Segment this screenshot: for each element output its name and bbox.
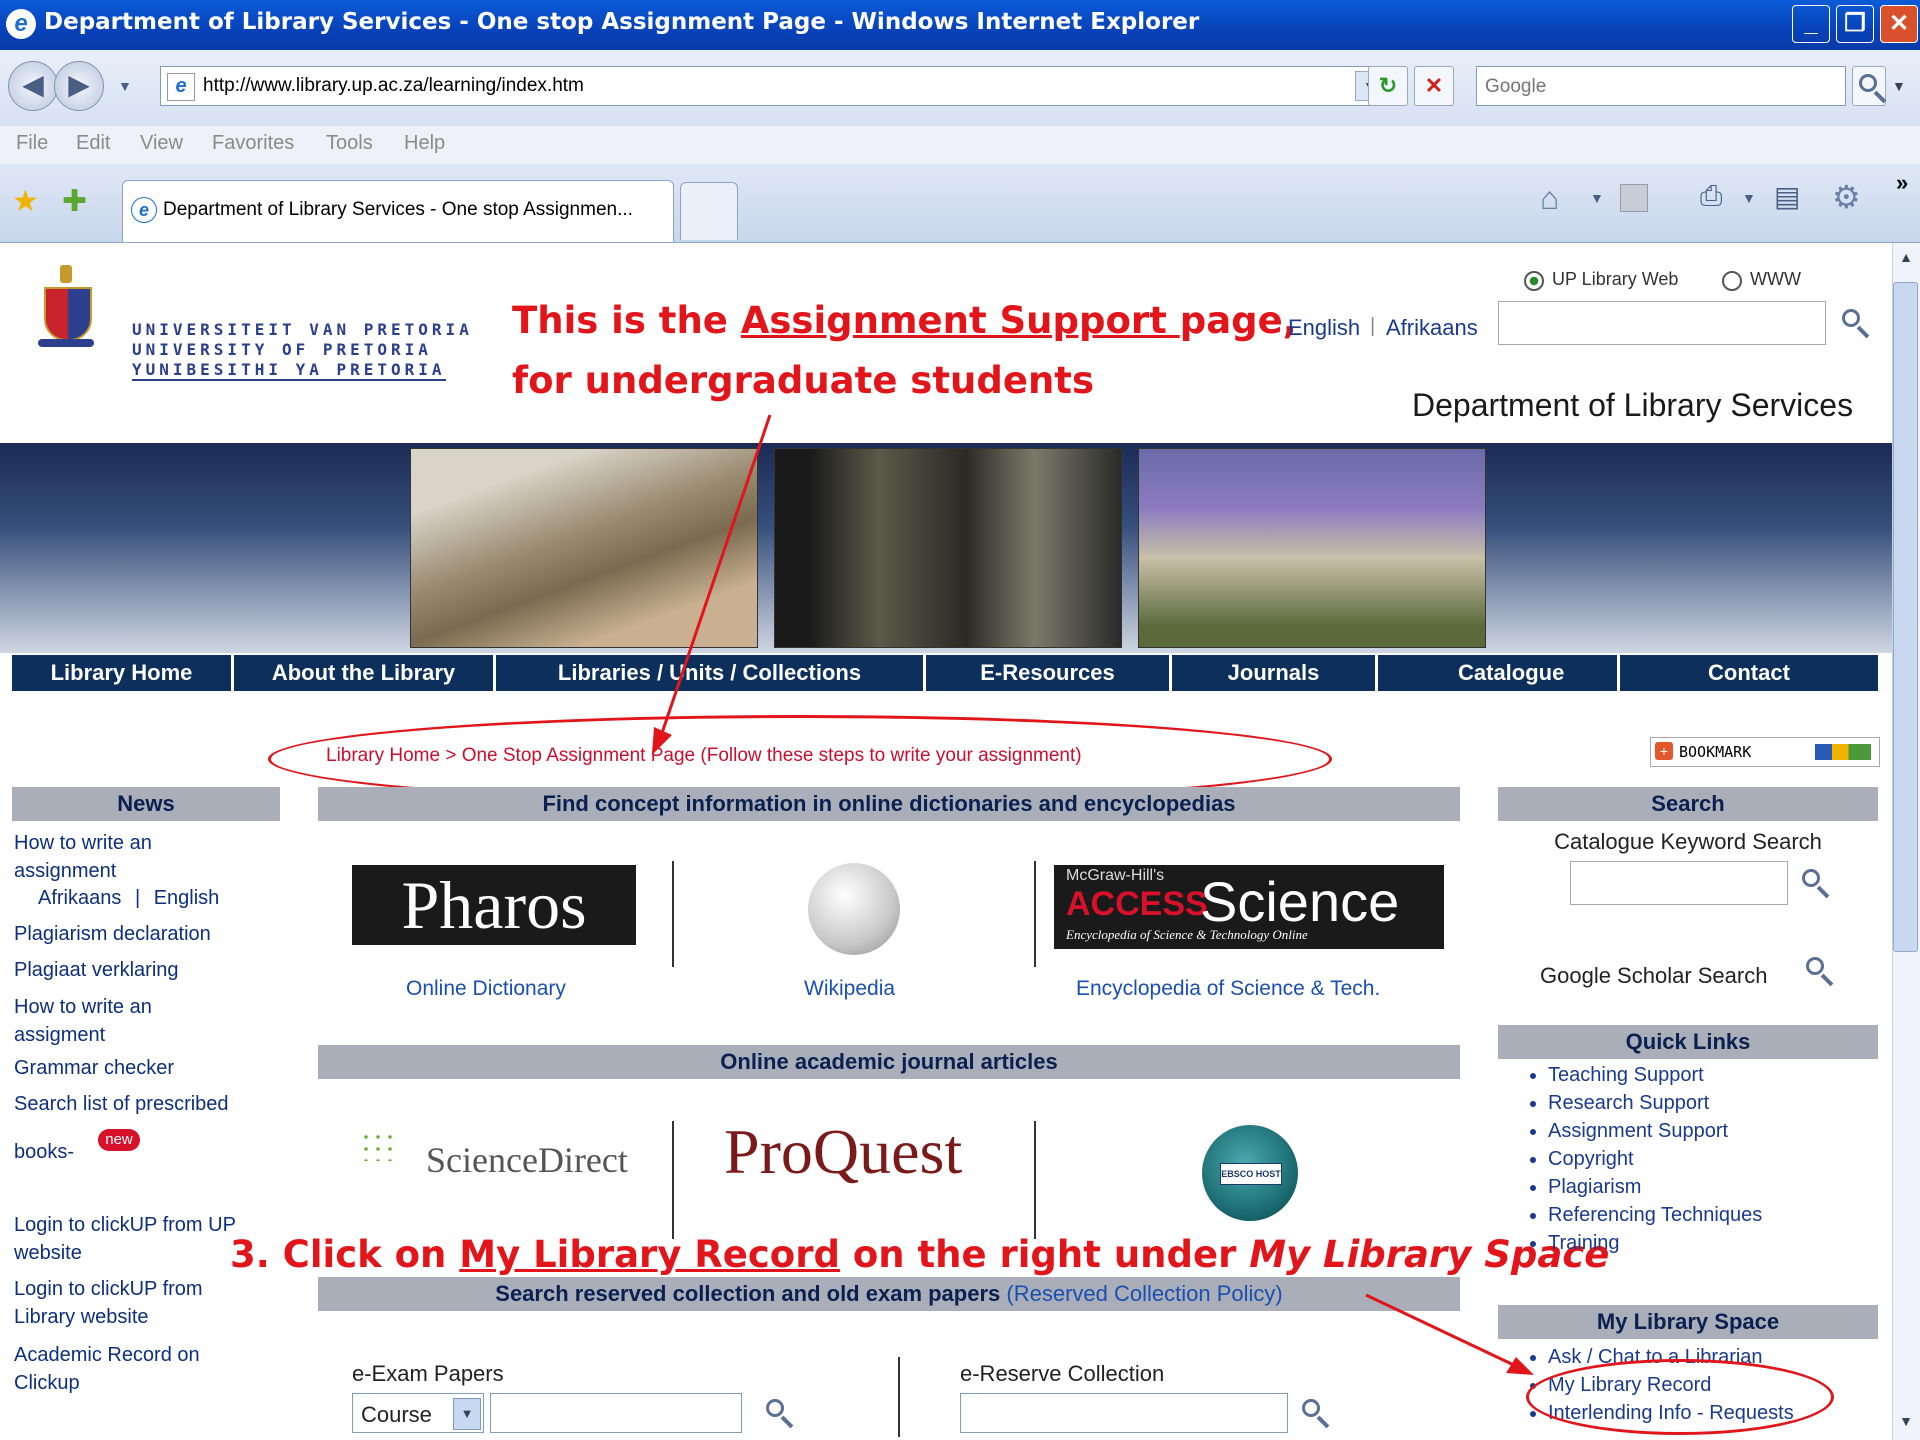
page-icon: e bbox=[167, 73, 195, 101]
menu-edit[interactable]: Edit bbox=[76, 132, 110, 155]
home-icon[interactable]: ⌂ bbox=[1540, 180, 1559, 217]
minimize-button[interactable]: _ bbox=[1792, 5, 1830, 43]
page-icon[interactable]: ▤ bbox=[1774, 180, 1800, 213]
window-title-bar: e Department of Library Services - One s… bbox=[0, 0, 1920, 50]
address-bar[interactable]: e http://www.library.up.ac.za/learning/i… bbox=[160, 66, 1392, 106]
search-go-button[interactable] bbox=[1852, 66, 1886, 106]
restore-button[interactable]: ❐ bbox=[1836, 5, 1874, 43]
arrow-to-breadcrumb bbox=[660, 414, 772, 734]
arrow-to-record bbox=[1365, 1293, 1519, 1369]
ie-logo-icon: e bbox=[6, 9, 36, 39]
stop-button[interactable]: ✕ bbox=[1414, 66, 1454, 106]
tab-label: Department of Library Services - One sto… bbox=[163, 199, 633, 220]
favorites-star-icon[interactable]: ★ bbox=[12, 184, 39, 219]
menu-favorites[interactable]: Favorites bbox=[212, 132, 294, 155]
chevron-more-icon[interactable]: » bbox=[1896, 170, 1908, 196]
scroll-up-icon[interactable]: ▲ bbox=[1896, 249, 1916, 269]
menu-help[interactable]: Help bbox=[404, 132, 445, 155]
menu-file[interactable]: File bbox=[16, 132, 48, 155]
home-dropdown-icon[interactable]: ▼ bbox=[1590, 190, 1604, 206]
tab-active[interactable]: e Department of Library Services - One s… bbox=[122, 180, 674, 242]
browser-search-box[interactable] bbox=[1476, 66, 1846, 106]
menu-tools[interactable]: Tools bbox=[326, 132, 373, 155]
add-favorites-icon[interactable]: ✚ bbox=[62, 184, 87, 219]
tools-gear-icon[interactable]: ⚙ bbox=[1832, 178, 1861, 216]
back-button[interactable]: ◀ bbox=[8, 61, 58, 111]
feeds-icon[interactable] bbox=[1620, 184, 1648, 212]
scrollbar-thumb[interactable] bbox=[1893, 282, 1918, 952]
arrowhead-record bbox=[1506, 1357, 1534, 1375]
web-page: UNIVERSITEIT VAN PRETORIA UNIVERSITY OF … bbox=[0, 243, 1892, 1440]
ie-tab-icon: e bbox=[131, 197, 157, 223]
address-toolbar: ◀ ▶ ▼ e http://www.library.up.ac.za/lear… bbox=[0, 50, 1920, 126]
print-dropdown-icon[interactable]: ▼ bbox=[1742, 190, 1756, 206]
history-dropdown-icon[interactable]: ▼ bbox=[118, 78, 132, 94]
forward-button[interactable]: ▶ bbox=[54, 61, 104, 111]
browser-search-input[interactable] bbox=[1483, 69, 1777, 105]
search-options-icon[interactable]: ▼ bbox=[1892, 78, 1906, 94]
menu-view[interactable]: View bbox=[140, 132, 183, 155]
menu-bar: File Edit View Favorites Tools Help bbox=[0, 126, 1920, 165]
close-button[interactable]: ✕ bbox=[1880, 5, 1918, 43]
arrowhead-breadcrumb bbox=[652, 727, 672, 755]
annotation-arrows bbox=[652, 414, 1534, 1375]
print-icon[interactable]: ⎙ bbox=[1700, 180, 1722, 213]
scroll-down-icon[interactable]: ▼ bbox=[1896, 1413, 1916, 1433]
tab-bar: ★ ✚ e Department of Library Services - O… bbox=[0, 164, 1920, 243]
new-tab-button[interactable] bbox=[680, 182, 738, 240]
window-title: Department of Library Services - One sto… bbox=[44, 9, 1200, 35]
address-url[interactable]: http://www.library.up.ac.za/learning/ind… bbox=[203, 75, 584, 97]
refresh-button[interactable]: ↻ bbox=[1368, 66, 1408, 106]
